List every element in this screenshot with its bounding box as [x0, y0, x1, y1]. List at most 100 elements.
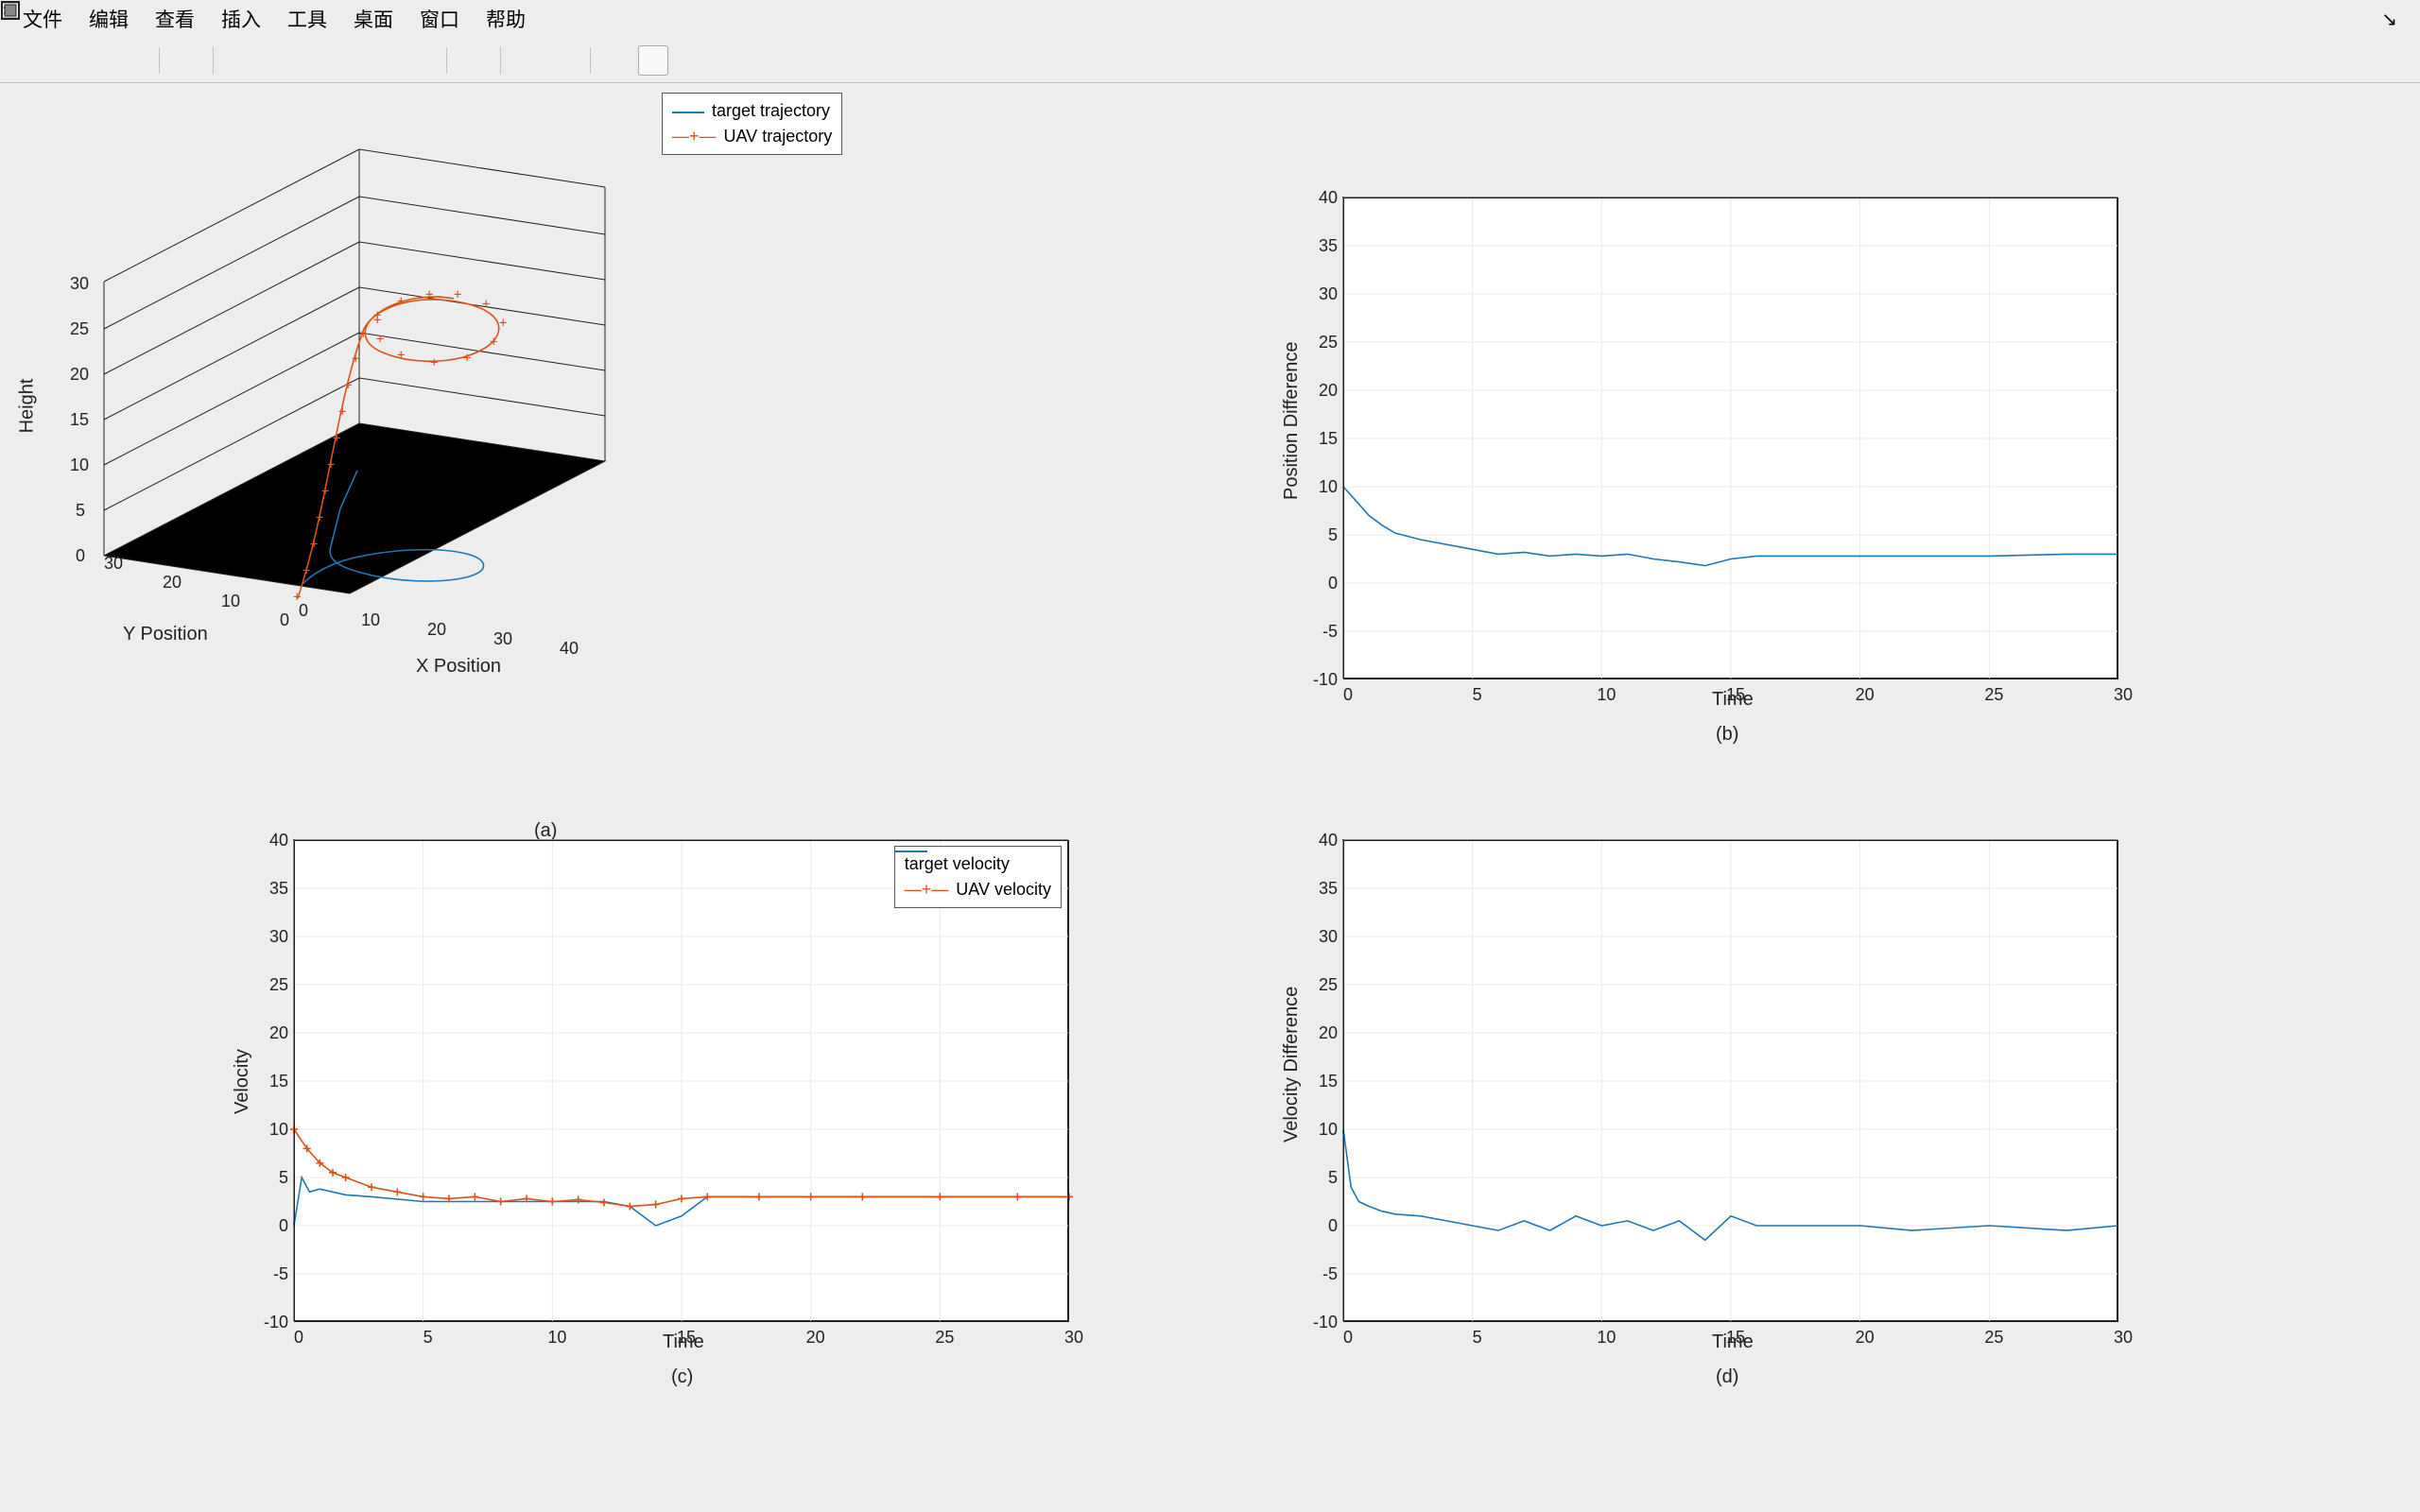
caption-c: (c) [671, 1366, 693, 1388]
tick: 15 [672, 1328, 700, 1348]
data-cursor-icon[interactable] [369, 45, 399, 76]
zlabel: Height [16, 379, 38, 434]
tick: 20 [1304, 1023, 1338, 1043]
caption-d: (d) [1716, 1366, 1738, 1388]
menu-view[interactable]: 查看 [142, 3, 208, 35]
tick: 25 [70, 319, 89, 339]
svg-text:+: + [327, 457, 335, 472]
tick: 30 [1304, 284, 1338, 304]
zoom-out-icon[interactable] [261, 45, 291, 76]
subplot-b[interactable]: Time Position Difference 051015202530-10… [1342, 197, 2118, 679]
tick: -10 [1304, 1313, 1338, 1332]
svg-text:+: + [430, 355, 438, 370]
svg-text:+: + [321, 484, 329, 499]
chart-c-svg [294, 840, 1069, 1322]
tick: 20 [802, 1328, 830, 1348]
tick: 15 [1721, 685, 1750, 705]
tick: 10 [221, 592, 240, 611]
tick: 30 [104, 554, 123, 574]
tick: 0 [1334, 1328, 1362, 1348]
xlabel: X Position [416, 656, 501, 678]
menu-tools[interactable]: 工具 [274, 3, 340, 35]
tick: 0 [76, 546, 85, 566]
zoom-in-icon[interactable] [225, 45, 255, 76]
tick: 15 [1721, 1328, 1750, 1348]
dock-arrow-icon[interactable]: ↘ [2368, 6, 2411, 33]
svg-text:+: + [352, 352, 359, 367]
tick: 5 [1304, 525, 1338, 545]
tick: 40 [1304, 831, 1338, 850]
link-axes-icon[interactable] [512, 45, 543, 76]
tick: 0 [1304, 1216, 1338, 1236]
new-icon[interactable] [9, 45, 40, 76]
brush-icon[interactable]: ▾ [405, 45, 435, 76]
legend-item: UAV trajectory [724, 124, 833, 149]
tick: 5 [1463, 685, 1492, 705]
toolbar: ▾ [0, 38, 2420, 83]
tick: 25 [930, 1328, 959, 1348]
tick: -5 [1304, 1264, 1338, 1284]
menu-help[interactable]: 帮助 [473, 3, 539, 35]
svg-text:+: + [302, 563, 310, 578]
svg-text:+: + [373, 313, 381, 328]
ylabel: Velocity Difference [1281, 987, 1303, 1143]
svg-text:+: + [454, 287, 461, 302]
tick: 35 [1304, 879, 1338, 899]
tick: 10 [543, 1328, 571, 1348]
tick: 0 [280, 610, 289, 630]
chart-b-svg [1343, 198, 2118, 679]
tick: 35 [1304, 236, 1338, 256]
insert-legend-icon[interactable] [548, 45, 579, 76]
tick: 0 [254, 1216, 288, 1236]
pan-icon[interactable] [297, 45, 327, 76]
tick: 0 [1334, 685, 1362, 705]
tick: 30 [493, 629, 512, 649]
tick: 40 [560, 639, 579, 659]
hide-tools-icon[interactable] [638, 45, 668, 76]
subplot-d[interactable]: Time Velocity Difference 051015202530-10… [1342, 839, 2118, 1321]
tick: 25 [1979, 1328, 2008, 1348]
tick: 20 [1851, 685, 1879, 705]
tick: 15 [1304, 429, 1338, 449]
tick: 10 [70, 455, 89, 475]
menu-desktop[interactable]: 桌面 [340, 3, 406, 35]
tick: -5 [1304, 622, 1338, 642]
menu-edit[interactable]: 编辑 [76, 3, 142, 35]
toolbar-separator [213, 47, 214, 74]
tick: 10 [1304, 1120, 1338, 1140]
tick: -10 [1304, 670, 1338, 690]
tick: 30 [1060, 1328, 1088, 1348]
svg-text:+: + [397, 348, 405, 363]
rotate3d-icon[interactable] [333, 45, 363, 76]
subplot-c[interactable]: Time Velocity target velocity —+—UAV vel… [293, 839, 1068, 1321]
tick: 10 [1304, 477, 1338, 497]
tick: 5 [1463, 1328, 1492, 1348]
menu-insert[interactable]: 插入 [208, 3, 274, 35]
tick: 5 [1304, 1168, 1338, 1188]
legend-a: target trajectory —+—UAV trajectory [662, 93, 842, 155]
tick: 25 [1979, 685, 2008, 705]
tick: 30 [2109, 1328, 2137, 1348]
tick: 20 [1851, 1328, 1879, 1348]
menu-window[interactable]: 窗口 [406, 3, 473, 35]
tick: 20 [70, 365, 89, 385]
tick: 25 [1304, 333, 1338, 352]
tick: 25 [254, 975, 288, 995]
subplot-a[interactable]: +++ +++ +++ +++ +++ +++ +++ ++ 0 5 10 15… [0, 83, 794, 612]
tick: 0 [299, 601, 308, 621]
svg-text:+: + [333, 431, 340, 446]
tick: 30 [254, 927, 288, 947]
tick: 5 [254, 1168, 288, 1188]
tick: 10 [1592, 1328, 1620, 1348]
insert-colorbar-icon[interactable] [458, 45, 489, 76]
pointer-icon[interactable] [171, 45, 201, 76]
svg-text:+: + [316, 510, 323, 525]
open-icon[interactable] [45, 45, 76, 76]
print-icon[interactable] [117, 45, 147, 76]
svg-text:+: + [344, 378, 352, 393]
stop-icon[interactable] [602, 45, 632, 76]
tick: 40 [1304, 188, 1338, 208]
save-icon[interactable] [81, 45, 112, 76]
svg-text:+: + [359, 327, 367, 342]
tick: 20 [163, 573, 182, 593]
